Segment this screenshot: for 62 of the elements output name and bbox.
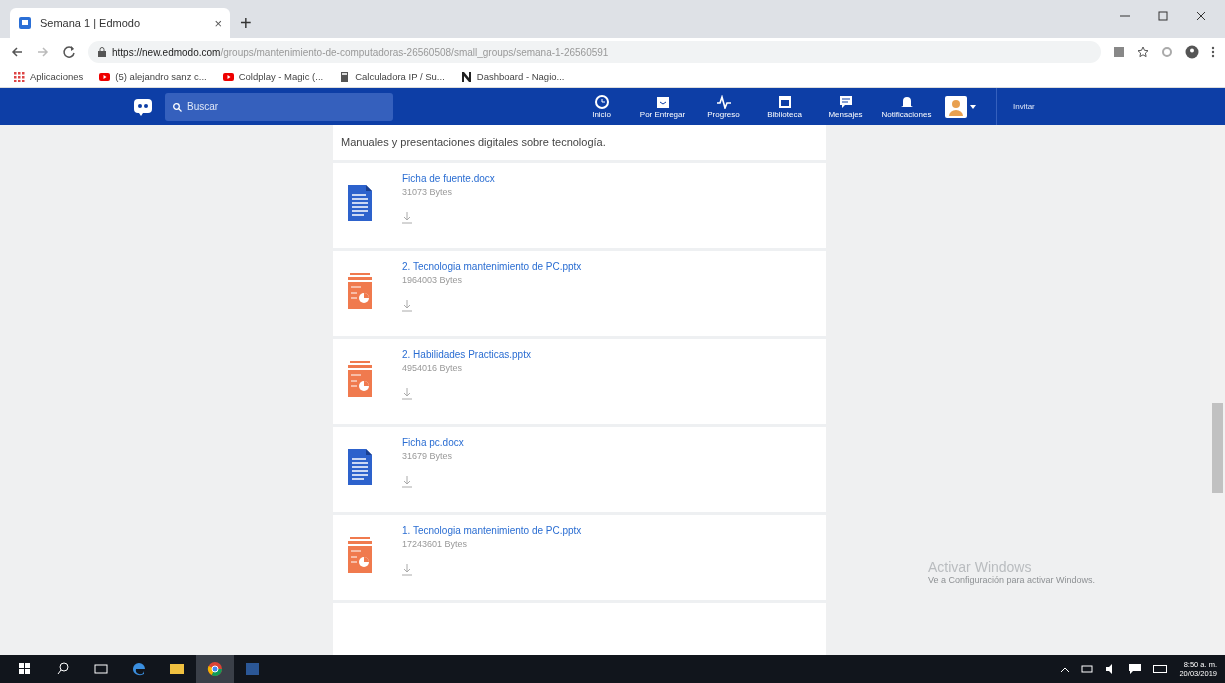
bookmark-link[interactable]: Coldplay - Magic (...	[222, 71, 324, 82]
bookmark-link[interactable]: Dashboard - Nagio...	[460, 71, 565, 82]
file-size: 1964003 Bytes	[402, 275, 464, 285]
bookmark-link[interactable]: Calculadora IP / Su...	[339, 71, 445, 82]
new-tab-button[interactable]: +	[230, 8, 262, 38]
file-size: 31073 Bytes	[402, 187, 454, 197]
url-path: /groups/mantenimiento-de-computadoras-26560508/small_groups/semana-1-26560591	[220, 46, 609, 58]
url-host: https://new.edmodo.com	[112, 46, 221, 58]
file-link[interactable]: 2. Habilidades Practicas.pptx	[402, 349, 531, 360]
star-icon[interactable]	[1137, 46, 1149, 58]
nav-link[interactable]: Notificaciones	[876, 94, 937, 119]
apps-grid-icon	[14, 71, 25, 82]
letter-n-icon	[460, 71, 472, 82]
scrollbar-thumb[interactable]	[1212, 403, 1223, 493]
menu-icon[interactable]	[1211, 46, 1215, 58]
lock-icon	[98, 47, 106, 57]
file-link[interactable]: Ficha pc.docx	[402, 437, 464, 448]
edmodo-logo-icon	[18, 16, 32, 30]
chat-bubble-icon[interactable]	[1129, 664, 1142, 674]
video-play-icon	[99, 71, 111, 82]
keyboard-icon[interactable]	[1153, 665, 1168, 673]
nav-link[interactable]: Inicio	[571, 94, 632, 119]
file-link[interactable]: 1. Tecnologia mantenimiento de PC.pptx	[402, 525, 582, 536]
document-icon	[348, 449, 372, 485]
browser-tab[interactable]: Semana 1 | Edmodo ×	[10, 8, 230, 38]
speech-bubble-icon	[838, 94, 853, 109]
caret-icon[interactable]	[970, 104, 976, 109]
edmodo-logo-icon[interactable]	[133, 97, 153, 116]
tab-close-button[interactable]: ×	[214, 15, 222, 31]
archive-icon	[777, 94, 792, 109]
nav-link[interactable]: Progreso	[693, 94, 754, 119]
file-link[interactable]: 2. Tecnologia mantenimiento de PC.pptx	[402, 261, 582, 272]
file-size: 31679 Bytes	[402, 451, 454, 461]
presentation-icon	[348, 361, 372, 397]
back-arrow-icon[interactable]	[10, 45, 24, 59]
document-icon	[348, 185, 372, 221]
file-link[interactable]: Ficha de fuente.docx	[402, 173, 495, 184]
bell-icon	[899, 94, 914, 109]
profile-icon[interactable]	[1185, 45, 1199, 59]
chevron-up-icon[interactable]	[1061, 666, 1070, 672]
video-play-icon	[222, 71, 234, 82]
nav-link[interactable]: Mensajes	[815, 94, 876, 119]
group-description: Manuales y presentaciones digitales sobre tecnología.	[333, 125, 826, 163]
pulse-icon	[716, 94, 731, 109]
search-field[interactable]: Buscar	[165, 92, 393, 121]
activation-text: Ve a Configuración para activar Windows.	[928, 575, 1096, 585]
file-size: 17243601 Bytes	[402, 539, 469, 549]
reload-icon[interactable]	[62, 45, 76, 59]
bookmark-link[interactable]: (5) alejandro sanz c...	[99, 71, 207, 82]
address-field[interactable]: https://new.edmodo.com/groups/mantenimiento-de-computadoras-26560508/small_groups/semana-1-26560591	[88, 41, 1101, 63]
avatar-silhouette-icon[interactable]	[945, 95, 967, 118]
tab-title: Semana 1 | Edmodo	[40, 17, 142, 29]
nav-link[interactable]: Por Entregar	[632, 94, 693, 119]
calculator-icon	[339, 71, 351, 82]
file-size: 4954016 Bytes	[402, 363, 464, 373]
bookmark-link[interactable]: Aplicaciones	[14, 71, 84, 82]
chrome-browser-icon[interactable]	[196, 655, 234, 683]
nav-link[interactable]: Biblioteca	[754, 94, 815, 119]
clock-icon	[594, 94, 609, 109]
presentation-icon	[348, 273, 372, 309]
presentation-icon	[348, 537, 372, 573]
calendar-icon	[655, 94, 670, 109]
